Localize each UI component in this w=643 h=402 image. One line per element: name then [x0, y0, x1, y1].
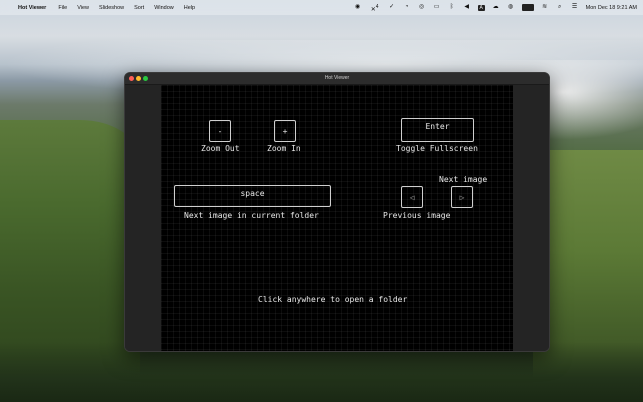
- space-key[interactable]: space: [174, 185, 331, 207]
- play-icon[interactable]: ◎: [418, 4, 426, 11]
- xcode-icon[interactable]: ✕4: [369, 4, 381, 13]
- image-canvas[interactable]: - Zoom Out + Zoom In Enter Toggle Fullsc…: [161, 85, 513, 351]
- volume-icon[interactable]: ◀: [463, 4, 471, 11]
- menu-file[interactable]: File: [58, 5, 67, 11]
- wifi-icon[interactable]: ≋: [541, 4, 549, 11]
- bluetooth-icon[interactable]: ᛒ: [448, 4, 456, 11]
- next-image-folder-label: Next image in current folder: [184, 211, 319, 220]
- menu-window[interactable]: Window: [154, 5, 174, 11]
- next-image-label: Next image: [439, 175, 488, 184]
- enter-key[interactable]: Enter: [401, 118, 474, 142]
- next-arrow-key[interactable]: ▷: [451, 186, 473, 208]
- zoom-out-key[interactable]: -: [209, 120, 231, 142]
- status-bar: ◉ ✕4 ✓ ◔ ◎ ▭ ᛒ ◀ A ☁ ◍ ≋ ⌕ ☰ Mon Dec 18 …: [354, 0, 637, 15]
- xcode-badge: 4: [375, 4, 379, 10]
- user-icon[interactable]: ◍: [507, 4, 515, 11]
- previous-image-label: Previous image: [383, 211, 451, 220]
- battery-icon[interactable]: [521, 4, 534, 11]
- search-icon[interactable]: ⌕: [556, 4, 564, 11]
- menu-sort[interactable]: Sort: [134, 5, 144, 11]
- screen-icon[interactable]: ▭: [433, 4, 441, 11]
- previous-arrow-key[interactable]: ◁: [401, 186, 423, 208]
- zoom-in-key[interactable]: +: [274, 120, 296, 142]
- menu-clock[interactable]: Mon Dec 18 9:21 AM: [586, 5, 637, 11]
- input-source-icon[interactable]: A: [477, 4, 485, 11]
- cloud-icon[interactable]: ☁: [492, 4, 500, 11]
- window-titlebar[interactable]: Hot Viewer: [125, 73, 549, 85]
- menu-view[interactable]: View: [77, 5, 89, 11]
- menu-bar: Hot Viewer File View Slideshow Sort Wind…: [0, 0, 643, 15]
- checkmark-icon[interactable]: ✓: [388, 4, 396, 11]
- control-center-icon[interactable]: ☰: [571, 4, 579, 11]
- menu-help[interactable]: Help: [184, 5, 195, 11]
- hot-viewer-window: Hot Viewer - Zoom Out + Zoom In Enter To…: [124, 72, 550, 352]
- menu-slideshow[interactable]: Slideshow: [99, 5, 124, 11]
- open-folder-prompt[interactable]: Click anywhere to open a folder: [258, 295, 407, 304]
- docker-icon[interactable]: ◉: [354, 4, 362, 11]
- zoom-in-label: Zoom In: [267, 144, 301, 153]
- menu-app-name[interactable]: Hot Viewer: [18, 5, 46, 11]
- left-gutter: [125, 85, 161, 351]
- right-gutter: [513, 85, 549, 351]
- toggle-fullscreen-label: Toggle Fullscreen: [396, 144, 478, 153]
- zoom-out-label: Zoom Out: [201, 144, 240, 153]
- timer-icon[interactable]: ◔: [403, 4, 411, 11]
- window-title: Hot Viewer: [324, 75, 350, 81]
